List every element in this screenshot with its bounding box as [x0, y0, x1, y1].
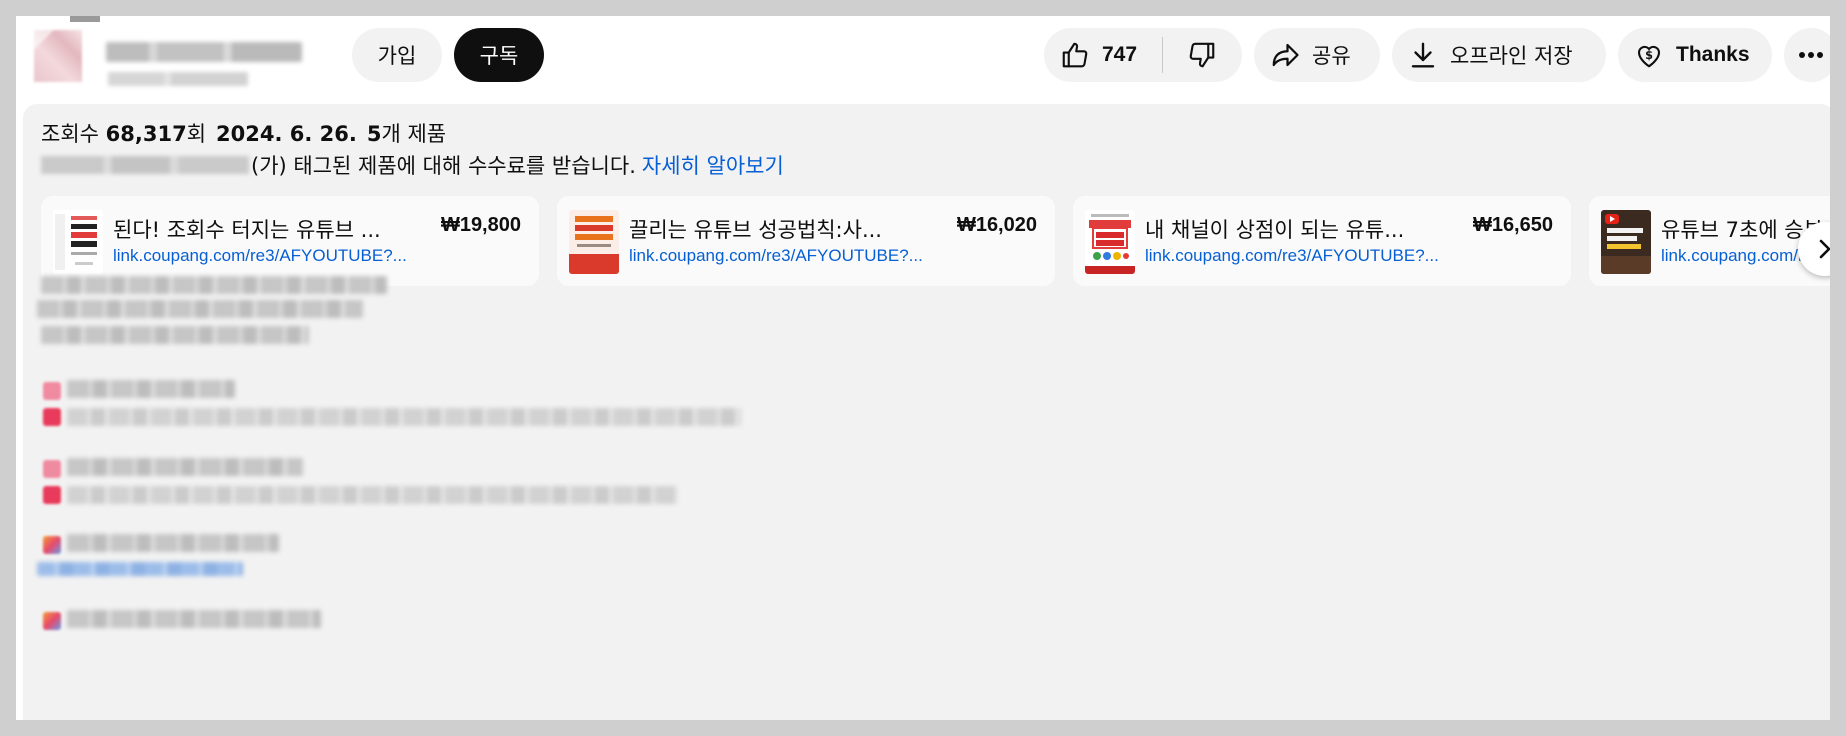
product-price: ₩19,800: [440, 214, 521, 236]
description-text-line: [67, 458, 303, 476]
affiliate-text: (가) 태그된 제품에 대해 수수료를 받습니다.: [251, 154, 636, 178]
view-count: 68,317: [105, 122, 187, 146]
product-card[interactable]: 된다! 조회수 터지는 유튜브 ... ₩19,800 link.coupang…: [41, 196, 539, 286]
top-edge-marker: [70, 16, 100, 22]
thanks-label: Thanks: [1676, 43, 1750, 66]
thanks-button[interactable]: $ Thanks: [1618, 28, 1772, 82]
product-card[interactable]: 끌리는 유튜브 성공법칙:사... ₩16,020 link.coupang.c…: [557, 196, 1055, 286]
product-link[interactable]: link.coupang.com/re3/AFYOUTUBE?...: [1145, 246, 1439, 266]
red-emoji: [43, 486, 61, 504]
learn-more-link[interactable]: 자세히 알아보기: [642, 150, 784, 180]
subscribe-button[interactable]: 구독: [454, 28, 544, 82]
dislike-button[interactable]: [1163, 28, 1241, 82]
product-link[interactable]: link.coupang.com/re3/AFYOUTUBE?...: [629, 246, 923, 266]
download-icon: [1408, 40, 1438, 70]
description-text-line: [67, 610, 321, 628]
product-thumbnail: [53, 210, 103, 274]
subscriber-count: [108, 72, 248, 86]
thumb-down-icon: [1187, 40, 1217, 70]
video-stats: 조회수 68,317회 2024. 6. 26. 5개 제품: [41, 118, 446, 148]
product-thumbnail: [569, 210, 619, 274]
description-link-line[interactable]: [37, 562, 243, 576]
join-button[interactable]: 가입: [352, 28, 442, 82]
offline-save-button[interactable]: 오프라인 저장: [1392, 28, 1606, 82]
description-text-line: [41, 276, 387, 294]
product-shelf: 된다! 조회수 터지는 유튜브 ... ₩19,800 link.coupang…: [41, 196, 1830, 288]
product-thumbnail: [1085, 210, 1135, 274]
product-card[interactable]: 내 채널이 상점이 되는 유튜... ₩16,650 link.coupang.…: [1073, 196, 1571, 286]
product-title: 내 채널이 상점이 되는 유튜...: [1145, 218, 1405, 242]
product-price: ₩16,650: [1472, 214, 1553, 236]
share-icon: [1270, 40, 1300, 70]
description-text-line: [37, 300, 363, 318]
product-card[interactable]: 유튜브 7초에 승부... link.coupang.com/re3/AFYOU…: [1589, 196, 1830, 286]
product-count-suffix: 개 제품: [381, 122, 447, 146]
red-emoji: [43, 382, 61, 400]
red-emoji: [43, 408, 61, 426]
like-count: 747: [1102, 43, 1138, 66]
heart-dollar-icon: $: [1634, 40, 1664, 70]
like-dislike-group: 747: [1044, 28, 1242, 82]
description-text-line: [67, 380, 235, 398]
more-actions-button[interactable]: [1784, 28, 1830, 82]
channel-name[interactable]: [106, 42, 302, 62]
like-button[interactable]: 747: [1044, 28, 1162, 82]
upload-date: 2024. 6. 26.: [216, 122, 357, 146]
share-button[interactable]: 공유: [1254, 28, 1380, 82]
product-price: ₩16,020: [956, 214, 1037, 236]
description-text-line: [41, 326, 309, 344]
channel-avatar[interactable]: [34, 30, 82, 82]
multicolor-emoji: [43, 612, 61, 630]
bottom-edge: [0, 720, 1846, 736]
description-text-line: [67, 534, 279, 552]
video-info-panel: 가입 구독 747 공유 오프라인 저장 $ Thanks 조회수 68,317…: [16, 16, 1830, 720]
product-link[interactable]: link.coupang.com/re3/AFYOUTUBE?...: [113, 246, 407, 266]
affiliate-channel-name: [41, 156, 249, 174]
share-label: 공유: [1312, 44, 1351, 68]
svg-text:$: $: [1645, 49, 1653, 62]
affiliate-notice: (가) 태그된 제품에 대해 수수료를 받습니다. 자세히 알아보기: [41, 150, 784, 180]
product-title: 된다! 조회수 터지는 유튜브 ...: [113, 218, 381, 242]
views-prefix: 조회수: [41, 122, 106, 146]
description-text-line: [67, 408, 741, 426]
product-title: 끌리는 유튜브 성공법칙:사...: [629, 218, 882, 242]
chevron-right-icon: [1815, 237, 1830, 261]
description-box[interactable]: 조회수 68,317회 2024. 6. 26. 5개 제품 (가) 태그된 제품에…: [23, 104, 1830, 720]
product-thumbnail: [1601, 210, 1651, 274]
product-count: 5: [366, 122, 382, 146]
red-emoji: [43, 460, 61, 478]
description-text-line: [67, 486, 677, 504]
views-suffix: 회: [186, 122, 207, 146]
thumb-up-icon: [1060, 40, 1090, 70]
more-horizontal-icon: [1798, 51, 1824, 59]
multicolor-emoji: [43, 536, 61, 554]
offline-save-label: 오프라인 저장: [1450, 44, 1573, 68]
